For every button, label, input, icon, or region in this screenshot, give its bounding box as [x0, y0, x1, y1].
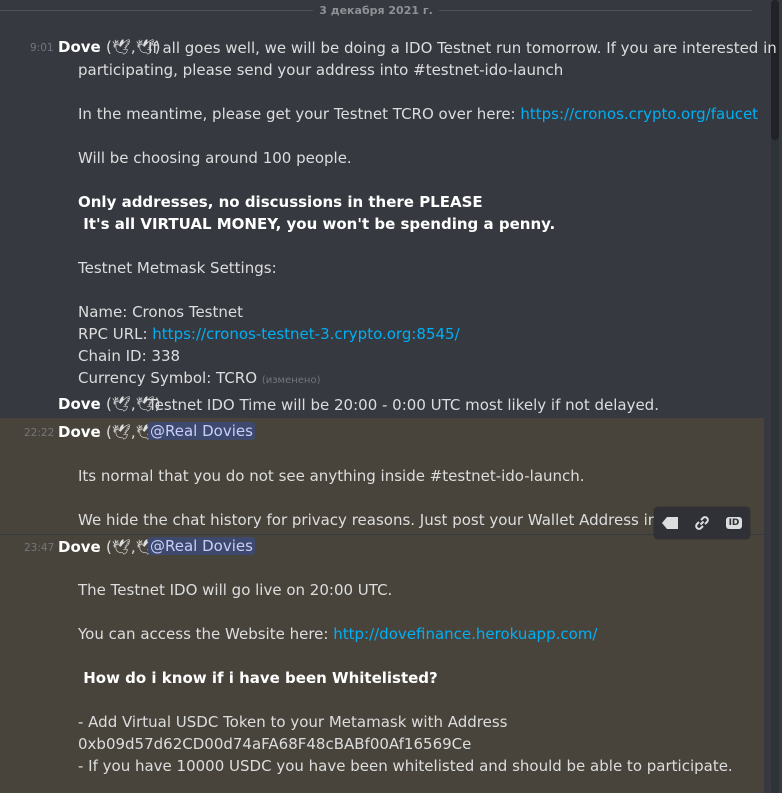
faucet-link[interactable]: https://cronos.crypto.org/faucet: [520, 105, 758, 123]
message-line-bold: It's all VIRTUAL MONEY, you won't be spe…: [78, 215, 556, 233]
message-text: Currency Symbol: TCRO: [78, 369, 262, 387]
message-author[interactable]: Dove (🕊,🕊): [58, 538, 161, 556]
message-line: 0xb09d57d62CD00d74aFA68F48cBABf00Af16569…: [78, 735, 472, 753]
message-line-bold: Only addresses, no discussions in there …: [78, 193, 483, 211]
author-name[interactable]: Dove: [58, 423, 101, 441]
message-4[interactable]: 23:47 Dove (🕊,🕊) @Real Dovies The Testne…: [0, 535, 764, 793]
tag-icon-svg: [662, 517, 678, 529]
message-line: In the meantime, please get your Testnet…: [78, 105, 758, 123]
role-mention[interactable]: @Real Dovies: [148, 422, 255, 440]
message-first-line: If all goes well, we will be doing a IDO…: [148, 39, 777, 57]
role-mention[interactable]: @Real Dovies: [148, 537, 255, 555]
id-icon-label: ID: [725, 517, 743, 529]
message-3[interactable]: 22:22 Dove (🕊,🕊) @Real Dovies Its normal…: [0, 418, 764, 534]
message-line: - Add Virtual USDC Token to your Metamas…: [78, 713, 508, 731]
message-author[interactable]: Dove (🕊,🕊): [58, 395, 161, 413]
link-icon[interactable]: [691, 512, 713, 534]
message-line: Name: Cronos Testnet: [78, 303, 243, 321]
message-line: Will be choosing around 100 people.: [78, 149, 352, 167]
message-line: Chain ID: 338: [78, 347, 181, 365]
message-hover-toolbar: ID: [654, 507, 750, 539]
message-1[interactable]: 9:01 Dove (🕊,🕊) If all goes well, we wil…: [0, 0, 777, 395]
website-link[interactable]: http://dovefinance.herokuapp.com/: [333, 625, 597, 643]
message-text: Testnet IDO Time will be 20:00 - 0:00 UT…: [148, 396, 659, 414]
message-line: You can access the Website here: http://…: [78, 625, 597, 643]
tag-icon[interactable]: [659, 512, 681, 534]
message-line: Currency Symbol: TCRO (изменено): [78, 369, 320, 387]
author-name[interactable]: Dove: [58, 38, 101, 56]
message-author[interactable]: Dove (🕊,🕊): [58, 38, 161, 56]
message-line: - If you have 10000 USDC you have been w…: [78, 757, 733, 775]
message-timestamp[interactable]: 23:47: [24, 542, 54, 554]
message-text: RPC URL:: [78, 325, 153, 343]
message-timestamp[interactable]: 22:22: [24, 427, 54, 439]
message-line: We hide the chat history for privacy rea…: [78, 511, 689, 529]
message-text: You can access the Website here:: [78, 625, 334, 643]
message-text: In the meantime, please get your Testnet…: [78, 105, 521, 123]
scrollbar-thumb[interactable]: [771, 0, 779, 140]
author-name[interactable]: Dove: [58, 538, 101, 556]
author-name[interactable]: Dove: [58, 395, 101, 413]
id-icon[interactable]: ID: [723, 512, 745, 534]
message-2[interactable]: Dove (🕊,🕊) Testnet IDO Time will be 20:0…: [0, 395, 764, 417]
message-line: Testnet Metmask Settings:: [78, 259, 277, 277]
message-line-bold: How do i know if i have been Whitelisted…: [78, 669, 438, 687]
message-line: RPC URL: https://cronos-testnet-3.crypto…: [78, 325, 460, 343]
rpc-link[interactable]: https://cronos-testnet-3.crypto.org:8545…: [152, 325, 459, 343]
message-timestamp[interactable]: 9:01: [30, 42, 54, 54]
link-icon-svg: [695, 516, 709, 530]
message-line: The Testnet IDO will go live on 20:00 UT…: [78, 581, 393, 599]
message-line: participating, please send your address …: [78, 61, 564, 79]
message-line: Its normal that you do not see anything …: [78, 467, 585, 485]
edited-label: (изменено): [261, 375, 321, 386]
message-author[interactable]: Dove (🕊,🕊): [58, 423, 161, 441]
